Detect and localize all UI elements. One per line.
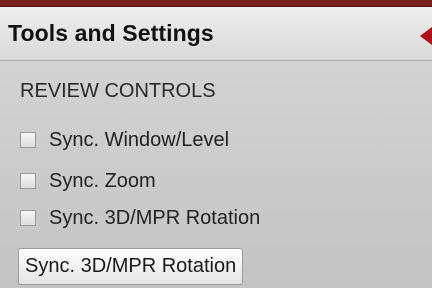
sync-3d-mpr-rotation-label: Sync. 3D/MPR Rotation xyxy=(49,206,261,229)
tools-settings-panel: Tools and Settings REVIEW CONTROLS Sync.… xyxy=(0,0,432,288)
sync-zoom-option[interactable]: Sync. Zoom xyxy=(20,168,156,194)
sync-3d-mpr-rotation-option[interactable]: Sync. 3D/MPR Rotation xyxy=(20,205,260,231)
sync-window-level-checkbox[interactable] xyxy=(20,132,36,148)
sync-window-level-label: Sync. Window/Level xyxy=(49,128,230,151)
sync-3d-mpr-rotation-button[interactable]: Sync. 3D/MPR Rotation xyxy=(18,248,244,285)
collapse-left-arrow-icon[interactable] xyxy=(420,27,432,45)
sync-zoom-label: Sync. Zoom xyxy=(49,169,156,192)
panel-title: Tools and Settings xyxy=(8,20,214,46)
panel-header[interactable]: Tools and Settings xyxy=(0,7,432,61)
sync-3d-mpr-rotation-checkbox[interactable] xyxy=(20,210,36,226)
panel-top-edge xyxy=(0,0,432,7)
section-heading-review-controls: REVIEW CONTROLS xyxy=(20,80,216,102)
sync-window-level-option[interactable]: Sync. Window/Level xyxy=(20,127,229,153)
sync-zoom-checkbox[interactable] xyxy=(20,173,36,189)
